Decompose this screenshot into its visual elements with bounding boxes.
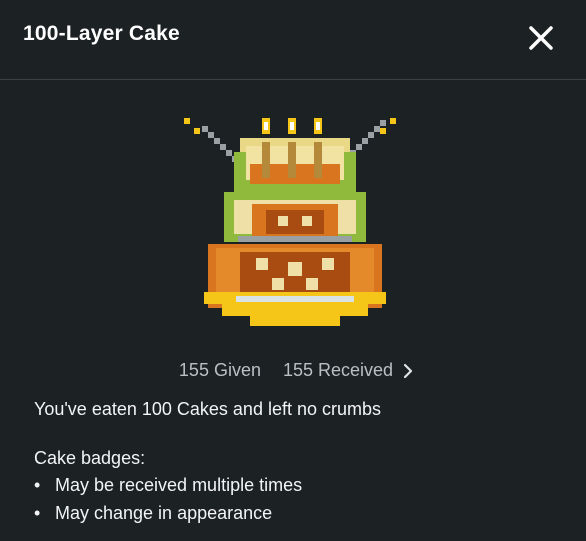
list-item-text: May be received multiple times — [55, 475, 303, 495]
dialog-header: 100-Layer Cake — [0, 0, 586, 80]
list-item: • May change in appearance — [34, 502, 302, 530]
award-dialog: 100-Layer Cake 155 Given 155 Received Yo… — [0, 0, 586, 541]
badges-subheading: Cake badges: — [34, 448, 146, 468]
received-link[interactable]: 155 Received — [283, 360, 413, 381]
chevron-right-icon — [403, 363, 413, 378]
close-icon — [529, 26, 553, 50]
bullet-icon: • — [34, 475, 41, 495]
given-count: 155 Given — [178, 360, 261, 380]
award-description: You've eaten 100 Cakes and left no crumb… — [34, 399, 382, 419]
list-item-text: May change in appearance — [55, 503, 273, 523]
dialog-title: 100-Layer Cake — [23, 22, 180, 45]
badges-list: • May be received multiple times • May c… — [34, 474, 302, 530]
received-count: 155 Received — [282, 360, 394, 380]
bullet-icon: • — [34, 503, 41, 523]
close-button[interactable] — [521, 18, 561, 58]
list-item: • May be received multiple times — [34, 474, 302, 502]
award-stats: 155 Given 155 Received — [0, 360, 586, 381]
pixel-cake-trophy-icon — [184, 118, 396, 326]
